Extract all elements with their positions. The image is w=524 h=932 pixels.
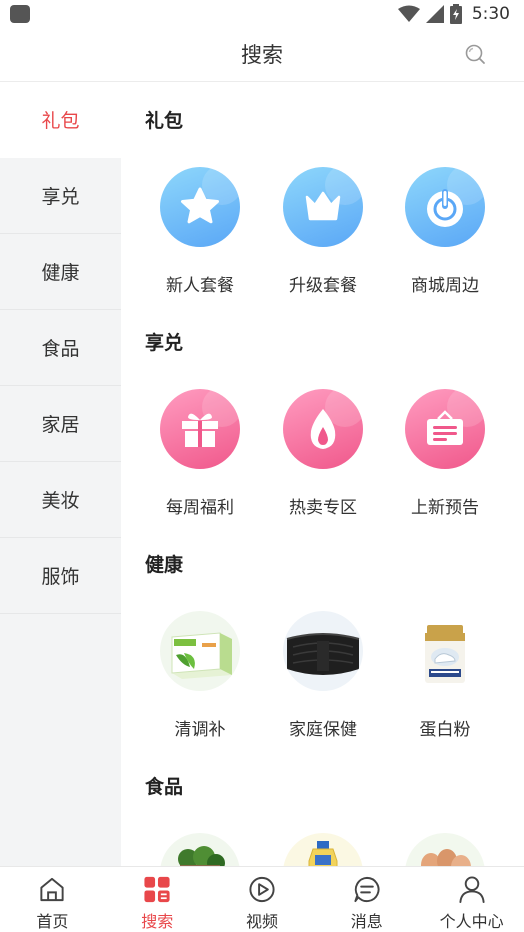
tea-box-image — [160, 611, 240, 691]
category-item[interactable]: 新人套餐 — [140, 167, 260, 296]
category-item-label: 清调补 — [174, 720, 226, 740]
protein-can-image — [405, 611, 485, 691]
sidebar-item-redeem[interactable]: 享兑 — [0, 158, 121, 234]
section-title: 健康 — [145, 554, 184, 576]
message-icon — [354, 876, 380, 903]
nav-messages[interactable]: 消息 — [314, 867, 419, 932]
nav-label: 消息 — [350, 912, 383, 931]
sidebar-item-label: 享兑 — [41, 186, 80, 208]
nav-label: 个人中心 — [439, 912, 504, 931]
waist-belt-image — [283, 611, 363, 691]
category-item[interactable]: 热卖专区 — [263, 389, 383, 518]
sidebar-item-label: 家居 — [41, 414, 80, 436]
category-item[interactable]: 蛋白粉 — [385, 611, 505, 740]
category-item-label: 热卖专区 — [289, 498, 357, 518]
category-item-label: 商城周边 — [411, 276, 479, 296]
category-item[interactable]: 上新预告 — [385, 389, 505, 518]
bottom-navigation: 首页 搜索 视频 消息 个人中心 — [0, 866, 524, 932]
sidebar-item-label: 健康 — [41, 262, 80, 284]
nav-label: 搜索 — [141, 912, 174, 931]
person-icon — [459, 876, 485, 904]
category-item[interactable] — [263, 833, 383, 866]
gift-icon — [160, 389, 240, 469]
nav-search[interactable]: 搜索 — [105, 867, 210, 932]
crown-icon — [283, 167, 363, 247]
category-item[interactable]: 商城周边 — [385, 167, 505, 296]
search-icon[interactable] — [464, 43, 486, 65]
category-content: 礼包 新人套餐 升级套餐 商城周边 享兑 每周福利 热卖专区 上新预告 健康 清… — [121, 82, 524, 866]
flame-icon — [283, 389, 363, 469]
nav-label: 首页 — [36, 912, 69, 931]
category-item[interactable]: 升级套餐 — [263, 167, 383, 296]
sidebar-item-health[interactable]: 健康 — [0, 234, 121, 310]
category-item-label: 每周福利 — [166, 498, 234, 518]
sidebar-item-apparel[interactable]: 服饰 — [0, 538, 121, 614]
cooking-oil-image — [283, 833, 363, 866]
sidebar-item-label: 美妆 — [41, 490, 80, 512]
page-title: 搜索 — [241, 43, 283, 67]
status-time: 5:30 — [471, 4, 510, 24]
notice-board-icon — [405, 389, 485, 469]
sidebar-item-label: 礼包 — [41, 110, 80, 132]
sidebar-item-beauty[interactable]: 美妆 — [0, 462, 121, 538]
notification-icon — [10, 5, 30, 23]
category-item-label: 新人套餐 — [166, 276, 234, 296]
category-item-label: 家庭保健 — [289, 720, 357, 740]
section-title: 食品 — [145, 776, 184, 798]
nav-profile[interactable]: 个人中心 — [419, 867, 524, 932]
sidebar-item-gift-pack[interactable]: 礼包 — [0, 82, 121, 158]
category-item[interactable]: 清调补 — [140, 611, 260, 740]
category-item[interactable] — [385, 833, 505, 866]
category-item[interactable]: 每周福利 — [140, 389, 260, 518]
power-icon — [405, 167, 485, 247]
category-sidebar: 礼包 享兑 健康 食品 家居 美妆 服饰 — [0, 82, 121, 866]
eggs-image — [405, 833, 485, 866]
nav-label: 视频 — [245, 912, 278, 931]
wifi-icon — [397, 5, 420, 22]
play-icon — [249, 876, 275, 903]
nav-video[interactable]: 视频 — [210, 867, 315, 932]
status-bar: 5:30 — [0, 0, 524, 28]
sidebar-item-food[interactable]: 食品 — [0, 310, 121, 386]
nav-home[interactable]: 首页 — [0, 867, 105, 932]
battery-icon — [449, 4, 462, 24]
vegetables-image — [160, 833, 240, 866]
sidebar-item-label: 食品 — [41, 338, 80, 360]
search-grid-icon — [144, 876, 170, 903]
section-title: 享兑 — [145, 332, 184, 354]
category-item[interactable] — [140, 833, 260, 866]
sidebar-item-label: 服饰 — [41, 566, 80, 588]
category-item-label: 蛋白粉 — [419, 720, 471, 740]
star-icon — [160, 167, 240, 247]
category-item-label: 升级套餐 — [289, 276, 357, 296]
sidebar-item-home[interactable]: 家居 — [0, 386, 121, 462]
section-title: 礼包 — [145, 110, 184, 132]
status-indicators: 5:30 — [397, 2, 510, 26]
signal-icon — [425, 5, 444, 23]
category-item-label: 上新预告 — [411, 498, 479, 518]
home-icon — [40, 877, 64, 902]
header: 搜索 — [0, 28, 524, 82]
category-item[interactable]: 家庭保健 — [263, 611, 383, 740]
